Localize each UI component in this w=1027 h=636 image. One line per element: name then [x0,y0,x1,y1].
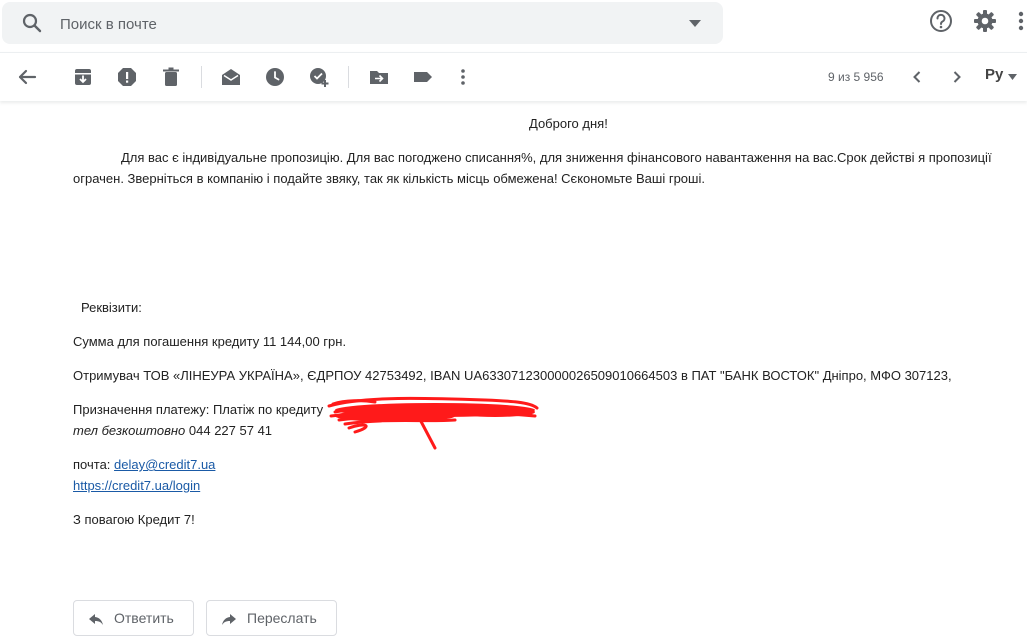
reply-button[interactable]: Ответить [73,600,194,636]
search-bar [2,2,723,44]
requisites-label: Реквізити: [81,300,142,315]
mail-line: почта: delay@credit7.ua [73,457,215,473]
more-options-icon[interactable] [1016,9,1026,33]
input-language-button[interactable]: Ру [985,66,1003,83]
reply-icon [89,614,103,625]
phone-number: 044 227 57 41 [188,423,273,438]
label-icon[interactable] [412,66,434,88]
search-icon[interactable] [20,11,44,35]
report-spam-icon[interactable] [116,66,138,88]
mail-label: почта: [73,457,111,472]
archive-icon[interactable] [72,66,94,88]
snooze-clock-icon[interactable] [264,66,286,88]
recipient-details: Отримувач ТОВ «ЛІНЕУРА УКРАЇНА», ЄДРПОУ … [73,368,952,383]
email-paragraph: Для вас є індивідуальне пропозицію. Для … [73,150,992,186]
move-to-icon[interactable] [368,66,390,88]
toolbar-separator [348,66,349,88]
phone-label: тел безкоштовно [73,423,186,438]
search-options-dropdown-icon[interactable] [688,17,702,29]
search-input[interactable] [58,10,622,38]
toolbar-separator [201,66,202,88]
chevron-left-icon[interactable] [906,66,928,88]
mark-unread-icon[interactable] [220,66,242,88]
redaction-scribble [327,396,539,450]
chevron-down-icon[interactable] [1008,74,1017,80]
delete-icon[interactable] [160,66,182,88]
repayment-amount: Сумма для погашення кредиту 11 144,00 гр… [73,334,347,349]
email-link[interactable]: delay@credit7.ua [114,457,215,472]
more-actions-icon[interactable] [452,66,474,88]
forward-icon [222,614,236,625]
site-link[interactable]: https://credit7.ua/login [73,478,200,493]
message-toolbar: 9 из 5 956 Ру [0,52,1027,101]
email-greeting: Доброго дня! [529,116,608,131]
site-line: https://credit7.ua/login [73,478,200,494]
gear-icon[interactable] [972,8,998,34]
phone-line: тел безкоштовно 044 227 57 41 [73,423,272,439]
payment-purpose: Призначення платежу: Платіж по кредиту [73,402,324,417]
chevron-right-icon[interactable] [946,66,968,88]
email-signoff: З повагою Кредит 7! [73,512,195,527]
forward-button[interactable]: Переслать [206,600,337,636]
pager-count: 9 из 5 956 [828,70,884,84]
forward-label: Переслать [247,610,317,626]
reply-label: Ответить [114,610,174,626]
back-arrow-icon[interactable] [16,66,38,88]
help-icon[interactable] [928,8,954,34]
add-to-tasks-icon[interactable] [308,66,330,88]
